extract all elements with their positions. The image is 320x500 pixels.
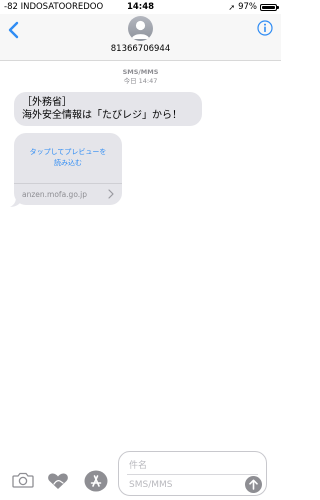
preview-line: 読み込む [53, 159, 82, 167]
subject-input[interactable]: 件名 [129, 458, 147, 471]
app-store-icon[interactable] [84, 470, 108, 492]
conversation-header: 81366706944 [0, 14, 281, 61]
contact-number[interactable]: 81366706944 [0, 44, 281, 54]
avatar-icon[interactable] [128, 16, 153, 41]
message-line: ［外務省］ [22, 97, 72, 108]
send-arrow-icon [249, 479, 258, 490]
link-footer[interactable]: anzen.mofa.go.jp [14, 183, 122, 205]
send-button[interactable] [245, 476, 262, 493]
message-timestamp: SMS/MMS 今日 14:47 [0, 68, 281, 86]
message-input[interactable]: SMS/MMS [129, 480, 172, 490]
preview-line: タップしてプレビューを [29, 148, 107, 156]
tap-to-load-preview[interactable]: タップしてプレビューを 読み込む [14, 133, 122, 183]
status-bar: -82 INDOSATOOREDOO 14:48 ➚ 97% [0, 0, 281, 14]
bubble-tail [10, 197, 20, 207]
message-line: 海外安全情報は「たびレジ」から！ [22, 110, 182, 121]
digital-touch-heart-icon[interactable] [47, 472, 69, 490]
message-compose-field[interactable]: 件名 SMS/MMS [118, 451, 267, 496]
location-arrow-icon: ➚ [228, 2, 236, 12]
battery-percent: 97% [238, 2, 257, 12]
info-icon[interactable] [257, 20, 273, 36]
service-label: SMS/MMS [122, 68, 159, 76]
incoming-message-bubble[interactable]: ［外務省］ 海外安全情報は「たびレジ」から！ [14, 92, 202, 126]
battery-icon [260, 3, 279, 11]
chevron-right-icon [108, 189, 114, 199]
camera-icon[interactable] [12, 472, 34, 488]
back-chevron-icon[interactable] [6, 20, 22, 40]
link-domain: anzen.mofa.go.jp [22, 190, 87, 199]
status-right: ➚ 97% [228, 2, 279, 12]
timestamp-text: 今日 14:47 [123, 77, 158, 85]
input-divider [127, 474, 258, 475]
link-preview-bubble[interactable]: タップしてプレビューを 読み込む anzen.mofa.go.jp [14, 133, 122, 205]
